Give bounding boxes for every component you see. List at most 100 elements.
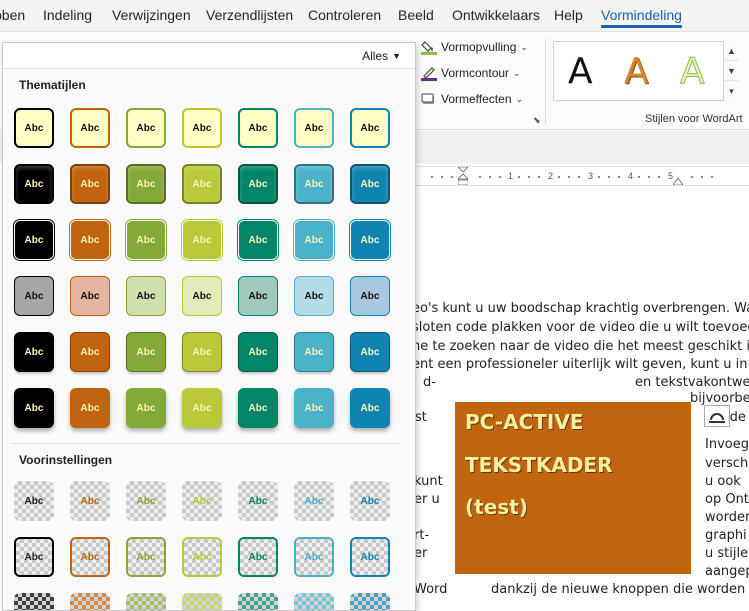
style-swatch[interactable]: Abc xyxy=(238,537,278,577)
style-swatch[interactable]: Abc xyxy=(70,537,110,577)
shape-effects-button[interactable]: Vormeffecten ⌄ xyxy=(421,89,523,109)
style-swatch[interactable]: Abc xyxy=(238,220,278,260)
style-swatch[interactable]: Abc xyxy=(70,108,110,148)
style-swatch[interactable]: Abc xyxy=(350,276,390,316)
style-swatch[interactable]: Abc xyxy=(126,537,166,577)
section-divider xyxy=(11,443,399,444)
style-swatch[interactable]: Abc xyxy=(294,108,334,148)
style-swatch[interactable]: Abc xyxy=(182,388,222,428)
style-swatch[interactable]: Abc xyxy=(126,332,166,372)
style-swatch[interactable]: Abc xyxy=(14,276,54,316)
wordart-style-orange[interactable]: A xyxy=(624,51,649,92)
style-swatch[interactable]: Abc xyxy=(182,108,222,148)
tab-references[interactable]: Verwijzingen xyxy=(112,7,191,23)
style-swatch[interactable]: Abc xyxy=(70,332,110,372)
style-swatch[interactable]: Abc xyxy=(350,164,390,204)
style-swatch[interactable]: Abc xyxy=(238,108,278,148)
scroll-up-icon[interactable]: ▲ xyxy=(724,41,739,61)
layout-options-icon[interactable] xyxy=(704,405,730,427)
style-swatch[interactable]: Abc xyxy=(126,481,166,521)
style-swatch[interactable]: Abc xyxy=(294,481,334,521)
indent-marker-icon[interactable] xyxy=(458,167,468,185)
right-indent-marker-icon[interactable] xyxy=(673,167,683,185)
tab-mailings[interactable]: Verzendlijsten xyxy=(206,7,293,23)
tab-layout[interactable]: Indeling xyxy=(43,7,92,23)
style-swatch[interactable]: Abc xyxy=(350,593,390,610)
style-swatch[interactable]: Abc xyxy=(350,481,390,521)
style-swatch[interactable]: Abc xyxy=(182,332,222,372)
style-swatch[interactable]: Abc xyxy=(350,108,390,148)
wordart-style-green-outline[interactable]: A xyxy=(680,51,706,93)
style-swatch[interactable]: Abc xyxy=(70,276,110,316)
style-swatch[interactable]: Abc xyxy=(14,593,54,610)
document-page[interactable]: eo's kunt u uw boodschap krachtig overbr… xyxy=(415,188,749,611)
style-swatch[interactable]: Abc xyxy=(238,388,278,428)
style-swatch[interactable]: Abc xyxy=(14,537,54,577)
style-swatch[interactable]: Abc xyxy=(126,593,166,610)
tab-shape-format[interactable]: Vormindeling xyxy=(601,7,682,28)
style-swatch[interactable]: Abc xyxy=(238,276,278,316)
style-swatch[interactable]: Abc xyxy=(182,481,222,521)
style-swatch[interactable]: Abc xyxy=(294,220,334,260)
style-swatch[interactable]: Abc xyxy=(126,388,166,428)
tab-view[interactable]: Beeld xyxy=(398,7,434,23)
style-swatch[interactable]: Abc xyxy=(294,593,334,610)
style-swatch[interactable]: Abc xyxy=(14,164,54,204)
style-swatch[interactable]: Abc xyxy=(238,481,278,521)
style-swatch[interactable]: Abc xyxy=(182,593,222,610)
style-swatch[interactable]: Abc xyxy=(182,164,222,204)
scroll-down-icon[interactable]: ▼ xyxy=(724,61,739,81)
tab-review[interactable]: Controleren xyxy=(308,7,381,23)
style-swatch[interactable]: Abc xyxy=(350,332,390,372)
style-swatch[interactable]: Abc xyxy=(126,276,166,316)
style-swatch[interactable]: Abc xyxy=(14,108,54,148)
ruler-number: 4 xyxy=(628,171,634,181)
style-swatch[interactable]: Abc xyxy=(70,220,110,260)
tab-help[interactable]: Help xyxy=(554,7,583,23)
style-swatch[interactable]: Abc xyxy=(126,220,166,260)
style-swatch[interactable]: Abc xyxy=(14,220,54,260)
horizontal-ruler[interactable]: 1 2 3 4 5 xyxy=(415,166,749,186)
doc-line: versch xyxy=(705,456,749,471)
wordart-style-black[interactable]: A xyxy=(568,51,593,92)
style-swatch[interactable]: Abc xyxy=(126,108,166,148)
style-swatch[interactable]: Abc xyxy=(70,164,110,204)
doc-line: u stijle xyxy=(705,546,749,561)
filter-dropdown[interactable]: Alles ▼ xyxy=(362,49,401,63)
style-swatch[interactable]: Abc xyxy=(182,276,222,316)
style-swatch[interactable]: Abc xyxy=(294,164,334,204)
style-swatch[interactable]: Abc xyxy=(14,388,54,428)
style-swatch[interactable]: Abc xyxy=(14,332,54,372)
tab-start[interactable]: bben xyxy=(0,7,25,23)
doc-line: er u xyxy=(415,492,440,507)
style-swatch[interactable]: Abc xyxy=(238,164,278,204)
style-swatch[interactable]: Abc xyxy=(238,593,278,610)
tab-developer[interactable]: Ontwikkelaars xyxy=(452,7,540,23)
dialog-launcher-icon[interactable]: ⬊ xyxy=(533,115,541,126)
style-swatch[interactable]: Abc xyxy=(294,388,334,428)
textbox-line: PC-ACTIVE xyxy=(465,410,584,434)
style-swatch[interactable]: Abc xyxy=(70,593,110,610)
shape-outline-button[interactable]: Vormcontour ⌄ xyxy=(421,63,521,83)
doc-line: eo's kunt u uw boodschap krachtig overbr… xyxy=(415,301,749,316)
style-swatch[interactable]: Abc xyxy=(294,537,334,577)
style-swatch[interactable]: Abc xyxy=(238,332,278,372)
style-swatch[interactable]: Abc xyxy=(350,388,390,428)
style-swatch[interactable]: Abc xyxy=(294,332,334,372)
shape-fill-button[interactable]: Vormopvulling ⌄ xyxy=(421,37,528,57)
text-box-shape[interactable]: PC-ACTIVE TEKSTKADER (test) xyxy=(455,402,691,574)
expand-gallery-icon[interactable]: ▾ xyxy=(724,81,739,101)
wordart-styles-gallery[interactable]: A A A xyxy=(553,41,739,101)
gallery-header: Alles ▼ xyxy=(3,43,415,69)
style-swatch[interactable]: Abc xyxy=(70,388,110,428)
style-swatch[interactable]: Abc xyxy=(14,481,54,521)
style-swatch[interactable]: Abc xyxy=(126,164,166,204)
style-swatch[interactable]: Abc xyxy=(350,537,390,577)
doc-line: worder xyxy=(705,510,749,525)
style-swatch[interactable]: Abc xyxy=(350,220,390,260)
style-swatch[interactable]: Abc xyxy=(70,481,110,521)
style-swatch[interactable]: Abc xyxy=(294,276,334,316)
style-swatch[interactable]: Abc xyxy=(182,537,222,577)
filter-label: Alles xyxy=(362,49,389,63)
style-swatch[interactable]: Abc xyxy=(182,220,222,260)
